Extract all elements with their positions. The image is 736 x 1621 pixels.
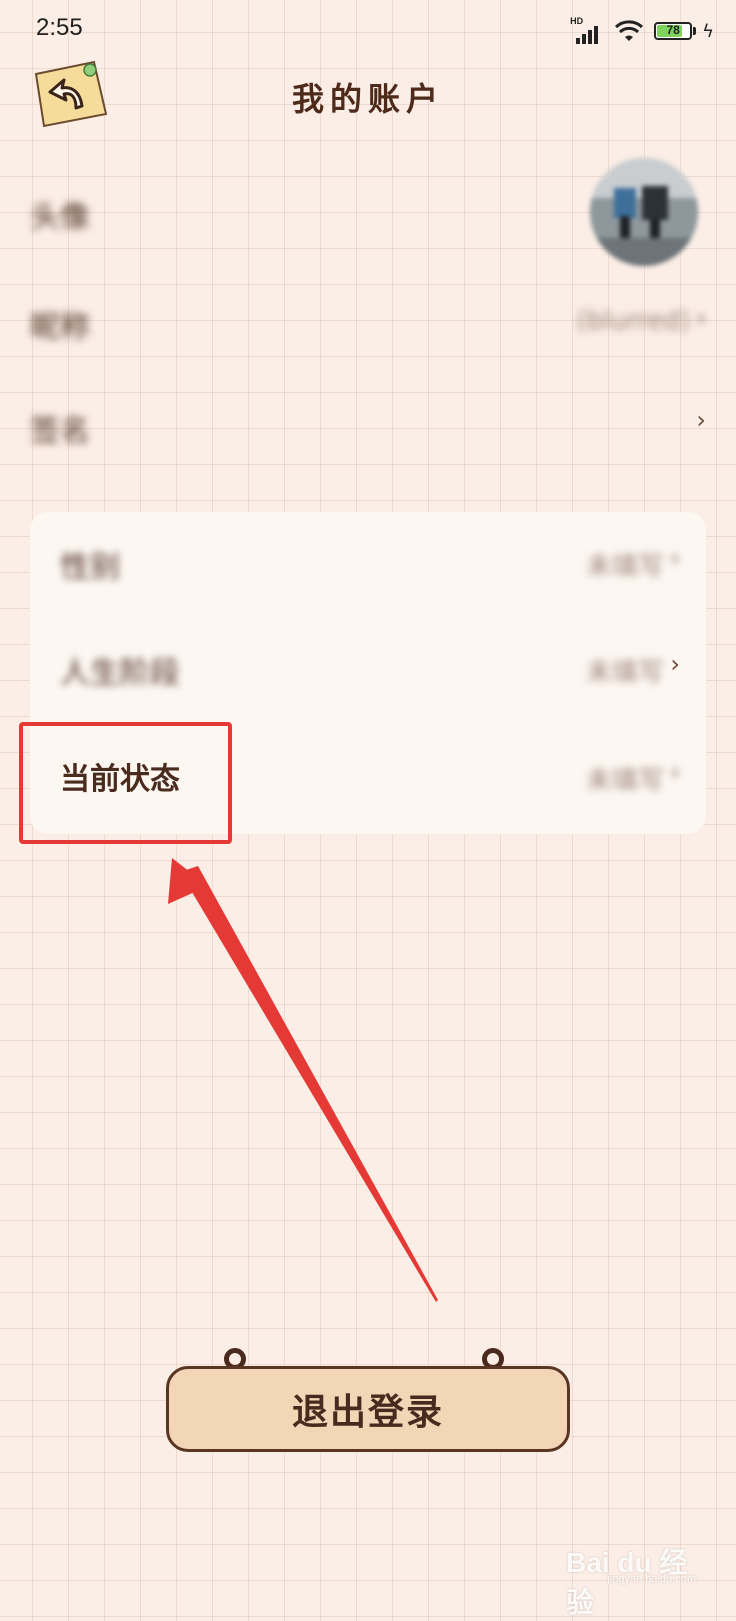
logout-button[interactable]: 退出登录 (166, 1366, 570, 1452)
logout-label: 退出登录 (291, 1392, 444, 1433)
annotation-arrow-icon (168, 858, 438, 1302)
logout-hanger: 退出登录 (166, 1348, 570, 1462)
watermark-url: jingyan.baidu.com (607, 1573, 696, 1585)
baidu-watermark: Bai du 经验 jingyan.baidu.com (566, 1541, 696, 1618)
